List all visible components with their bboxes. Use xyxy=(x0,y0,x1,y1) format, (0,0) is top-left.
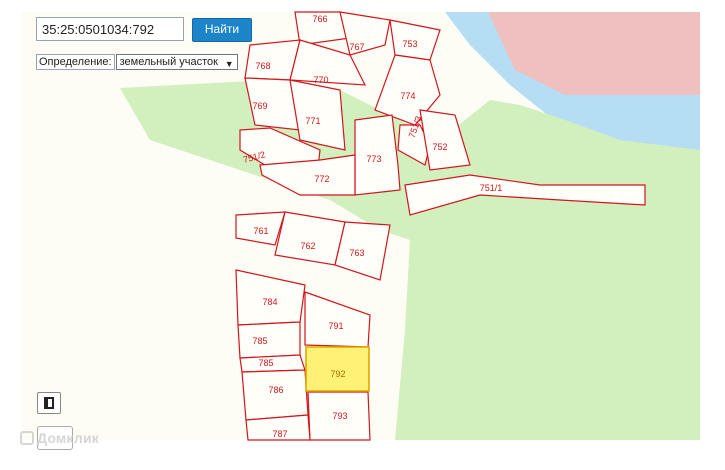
parcel-label-773: 773 xyxy=(366,154,381,164)
parcel-label-766: 766 xyxy=(312,14,327,24)
parcel-label-786: 786 xyxy=(268,385,283,395)
parcel-label-791: 791 xyxy=(328,321,343,331)
parcel-label-761: 761 xyxy=(253,226,268,236)
parcel-label-763: 763 xyxy=(349,248,364,258)
parcel-label-767: 767 xyxy=(349,42,364,52)
watermark-text: Домклик xyxy=(37,430,99,446)
film-icon xyxy=(44,397,54,409)
parcel-label-774: 774 xyxy=(400,91,415,101)
definition-label: Определение: xyxy=(36,54,115,70)
definition-select[interactable]: земельный участок ▼ xyxy=(115,54,238,70)
search-box: Найти xyxy=(36,17,252,43)
parcel-label-785: 785 xyxy=(252,336,267,346)
parcel-label-752: 752 xyxy=(432,142,447,152)
parcel-label-793: 793 xyxy=(332,411,347,421)
parcel-label-753: 753 xyxy=(402,39,417,49)
parcel-label-768: 768 xyxy=(255,61,270,71)
search-button[interactable]: Найти xyxy=(192,18,252,42)
parcel-label-762: 762 xyxy=(300,241,315,251)
parcel-label-751-1: 751/1 xyxy=(480,183,503,193)
chevron-down-icon: ▼ xyxy=(224,59,234,69)
parcel-label-787: 787 xyxy=(272,429,287,439)
parcel-label-785b: 785 xyxy=(258,358,273,368)
parcel-label-770: 770 xyxy=(313,75,328,85)
parcel-label-769: 769 xyxy=(252,101,267,111)
parcel-label-772: 772 xyxy=(314,174,329,184)
definition-row: Определение: земельный участок ▼ xyxy=(36,54,238,70)
cadastral-map[interactable]: 766 767 768 753 770 769 774 771 751/3 75… xyxy=(0,0,725,470)
parcel-label-792: 792 xyxy=(330,369,345,379)
watermark: Домклик xyxy=(20,430,99,446)
parcel-label-771: 771 xyxy=(305,116,320,126)
watermark-logo-icon xyxy=(20,431,34,445)
definition-select-value: земельный участок xyxy=(119,56,218,68)
parcel-label-784: 784 xyxy=(262,297,277,307)
cadastral-number-input[interactable] xyxy=(36,17,184,41)
layers-tool-button[interactable] xyxy=(37,392,61,414)
